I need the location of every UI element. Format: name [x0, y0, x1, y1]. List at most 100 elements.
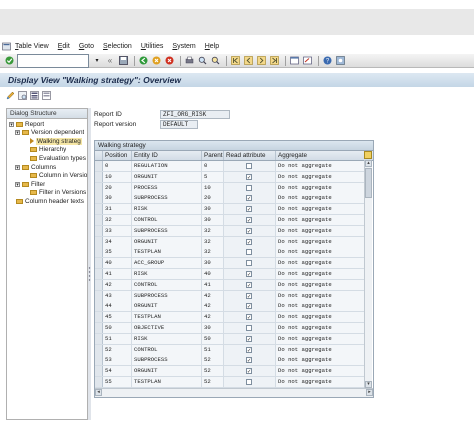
tree-node-label[interactable]: Report	[25, 121, 44, 128]
cell-parent[interactable]: 42	[202, 290, 224, 301]
table-row[interactable]: 33 SUBPROCESS 32 ✓ Do not aggregate	[95, 225, 365, 237]
double-left-icon[interactable]: «	[105, 56, 115, 66]
cell-aggregate[interactable]: Do not aggregate	[276, 258, 365, 269]
table-row[interactable]: 31 RISK 30 ✓ Do not aggregate	[95, 204, 365, 216]
row-selector[interactable]	[95, 171, 103, 182]
cell-parent[interactable]: 20	[202, 193, 224, 204]
read-attribute-checkbox[interactable]: ✓	[246, 173, 252, 180]
menu-selection[interactable]: Selection	[103, 43, 132, 50]
cell-entity-id[interactable]: CONTROL	[132, 215, 202, 225]
row-selector[interactable]	[95, 344, 103, 355]
splitter-grip-icon[interactable]	[88, 265, 91, 285]
enter-icon[interactable]	[4, 56, 14, 66]
row-selector[interactable]	[95, 193, 103, 204]
select-all-icon[interactable]	[30, 90, 39, 100]
row-selector[interactable]	[95, 247, 103, 258]
scroll-up-icon[interactable]: ▴	[365, 160, 372, 167]
cell-entity-id[interactable]: ORGUNIT	[132, 366, 202, 377]
tree-node[interactable]: ▾ Filter	[15, 180, 45, 188]
read-attribute-checkbox[interactable]: ✓	[246, 271, 252, 278]
scroll-left-icon[interactable]: ◂	[95, 389, 102, 396]
cell-parent[interactable]: 52	[202, 355, 224, 366]
report-version-field[interactable]: DEFAULT	[160, 120, 198, 129]
cell-position[interactable]: 54	[103, 366, 132, 377]
table-row[interactable]: 51 RISK 50 ✓ Do not aggregate	[95, 333, 365, 345]
row-selector[interactable]	[95, 333, 103, 344]
cell-entity-id[interactable]: CONTROL	[132, 344, 202, 355]
tree-node-label[interactable]: Evaluation types	[39, 155, 86, 162]
exit-icon[interactable]	[151, 56, 161, 66]
read-attribute-checkbox[interactable]: ✓	[246, 292, 252, 299]
row-selector[interactable]	[95, 161, 103, 171]
cell-entity-id[interactable]: RISK	[132, 333, 202, 344]
tree-node[interactable]: ▾ Columns	[15, 163, 56, 171]
cell-entity-id[interactable]: ORGUNIT	[132, 301, 202, 312]
command-history-icon[interactable]: ▾	[92, 56, 102, 66]
find-icon[interactable]	[197, 56, 207, 66]
tree-node-label[interactable]: Column header texts	[25, 198, 84, 205]
cell-entity-id[interactable]: OBJECTIVE	[132, 323, 202, 333]
cell-position[interactable]: 53	[103, 355, 132, 366]
cell-position[interactable]: 0	[103, 161, 132, 171]
cell-entity-id[interactable]: ACC_GROUP	[132, 258, 202, 269]
cell-parent[interactable]: 40	[202, 269, 224, 279]
read-attribute-checkbox[interactable]	[246, 325, 252, 331]
cell-aggregate[interactable]: Do not aggregate	[276, 247, 365, 258]
menu-system[interactable]: System	[172, 43, 195, 50]
cell-position[interactable]: 51	[103, 333, 132, 344]
cell-parent[interactable]: 52	[202, 366, 224, 377]
cell-position[interactable]: 10	[103, 171, 132, 182]
read-attribute-checkbox[interactable]: ✓	[246, 357, 252, 364]
cell-aggregate[interactable]: Do not aggregate	[276, 355, 365, 366]
cell-position[interactable]: 31	[103, 204, 132, 215]
print-icon[interactable]	[184, 56, 194, 66]
cell-position[interactable]: 43	[103, 290, 132, 301]
read-attribute-checkbox[interactable]: ✓	[246, 206, 252, 213]
save-icon[interactable]	[118, 56, 128, 66]
read-attribute-checkbox[interactable]: ✓	[246, 281, 252, 288]
tree-node[interactable]: ▾ Version dependent	[15, 129, 84, 137]
row-selector[interactable]	[95, 377, 103, 387]
cell-entity-id[interactable]: RISK	[132, 204, 202, 215]
cell-parent[interactable]: 32	[202, 236, 224, 247]
display-change-icon[interactable]	[6, 91, 15, 100]
row-selector[interactable]	[95, 355, 103, 366]
tree-node[interactable]: Column in Versio	[23, 172, 87, 180]
menu-edit[interactable]: Edit	[58, 43, 70, 50]
tree-toggle-icon[interactable]: ▾	[15, 130, 20, 136]
cell-entity-id[interactable]: SUBPROCESS	[132, 290, 202, 301]
cell-aggregate[interactable]: Do not aggregate	[276, 344, 365, 355]
cell-aggregate[interactable]: Do not aggregate	[276, 323, 365, 333]
cell-position[interactable]: 42	[103, 279, 132, 290]
table-row[interactable]: 45 TESTPLAN 42 ✓ Do not aggregate	[95, 312, 365, 324]
cell-aggregate[interactable]: Do not aggregate	[276, 236, 365, 247]
column-header-position[interactable]: Position	[103, 151, 132, 160]
cell-position[interactable]: 20	[103, 182, 132, 193]
cell-aggregate[interactable]: Do not aggregate	[276, 204, 365, 215]
report-id-field[interactable]: ZFI_ORG_RISK	[160, 110, 230, 119]
read-attribute-checkbox[interactable]: ✓	[246, 238, 252, 245]
cell-aggregate[interactable]: Do not aggregate	[276, 161, 365, 171]
select-all-rows-cell[interactable]	[95, 151, 103, 160]
row-selector[interactable]	[95, 312, 103, 323]
cell-parent[interactable]: 42	[202, 301, 224, 312]
cell-position[interactable]: 33	[103, 225, 132, 236]
table-row[interactable]: 50 OBJECTIVE 30 Do not aggregate	[95, 323, 365, 334]
cell-parent[interactable]: 5	[202, 171, 224, 182]
cell-entity-id[interactable]: SUBPROCESS	[132, 225, 202, 236]
cell-aggregate[interactable]: Do not aggregate	[276, 225, 365, 236]
cell-parent[interactable]: 30	[202, 258, 224, 269]
tree-node-label[interactable]: Walking strateg	[36, 137, 82, 145]
column-header-aggregate[interactable]: Aggregate	[276, 151, 365, 160]
cell-entity-id[interactable]: CONTROL	[132, 279, 202, 290]
cancel-icon[interactable]	[164, 56, 174, 66]
cell-aggregate[interactable]: Do not aggregate	[276, 333, 365, 344]
read-attribute-checkbox[interactable]: ✓	[246, 346, 252, 353]
row-selector[interactable]	[95, 225, 103, 236]
customize-layout-icon[interactable]	[335, 56, 345, 66]
previous-page-icon[interactable]	[243, 56, 253, 66]
row-selector[interactable]	[95, 323, 103, 333]
cell-parent[interactable]: 30	[202, 204, 224, 215]
cell-aggregate[interactable]: Do not aggregate	[276, 269, 365, 279]
tree-node-label[interactable]: Filter	[31, 181, 45, 188]
